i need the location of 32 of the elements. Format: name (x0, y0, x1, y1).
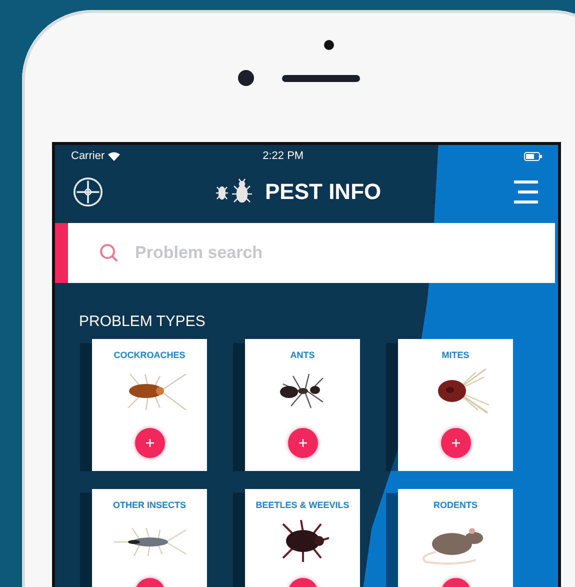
plus-icon (144, 438, 154, 448)
camera-icon (238, 70, 254, 86)
add-button[interactable] (440, 428, 470, 458)
card-label: BEETLES & WEEVILS (256, 500, 350, 510)
problem-type-card[interactable]: RODENTS (398, 489, 513, 587)
card-label: MITES (442, 350, 470, 360)
plus-icon (450, 438, 460, 448)
problem-type-card[interactable]: ANTS (245, 339, 360, 471)
card-label: COCKROACHES (114, 350, 186, 360)
speaker-icon (282, 74, 360, 82)
card-label: RODENTS (433, 500, 478, 510)
wifi-icon (108, 152, 120, 160)
sensor-icon (324, 40, 334, 50)
card-label: OTHER INSECTS (112, 500, 186, 510)
search-icon (99, 243, 119, 263)
card-label: ANTS (290, 350, 315, 360)
plus-icon (298, 438, 308, 448)
carrier-label: Carrier (71, 150, 105, 162)
section-title: PROBLEM TYPES (79, 313, 206, 330)
add-button[interactable] (134, 428, 164, 458)
problem-type-card[interactable]: OTHER INSECTS (92, 489, 207, 587)
search-field[interactable]: Problem search (55, 223, 555, 283)
problem-type-card[interactable]: COCKROACHES (92, 339, 207, 471)
search-input[interactable]: Problem search (133, 242, 517, 264)
battery-icon (524, 152, 542, 160)
status-time: 2:22 PM (262, 150, 304, 162)
problem-type-card[interactable]: BEETLES & WEEVILS (245, 489, 360, 587)
app-title: PEST INFO (265, 179, 382, 205)
problem-type-card[interactable]: MITES (398, 339, 513, 471)
menu-icon[interactable] (512, 180, 540, 204)
add-button[interactable] (288, 428, 318, 458)
cross-logo-icon[interactable] (73, 177, 103, 207)
